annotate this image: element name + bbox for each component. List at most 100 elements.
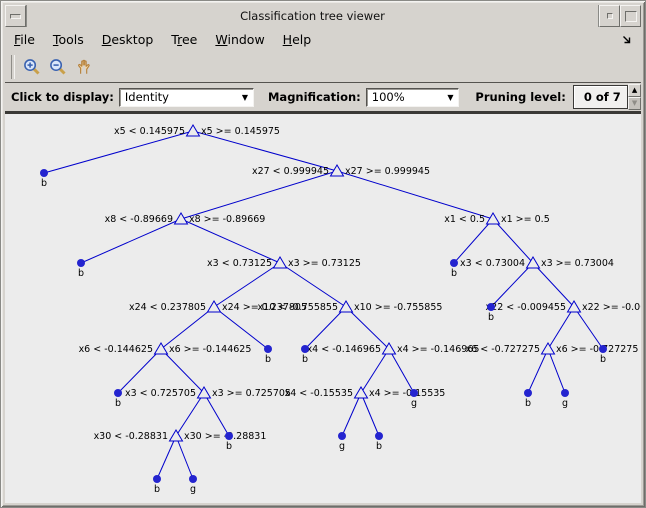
leaf-node[interactable] <box>599 345 607 353</box>
tree-edge <box>573 306 604 350</box>
tree-edge <box>43 130 194 174</box>
pan-button[interactable] <box>71 54 97 80</box>
tree-edge <box>180 170 338 220</box>
leaf-class-label: b <box>78 268 84 279</box>
split-node-x1[interactable] <box>485 212 501 225</box>
leaf-class-label: b <box>154 484 160 495</box>
hand-icon <box>78 59 90 74</box>
chevron-down-icon: ▼ <box>447 92 454 102</box>
split-node-x27[interactable] <box>329 164 345 177</box>
leaf-class-label: g <box>562 398 568 409</box>
split-node-x30[interactable] <box>168 429 184 442</box>
leaf-class-label: b <box>525 398 531 409</box>
leaf-node[interactable] <box>375 432 383 440</box>
tree-edge <box>492 218 534 264</box>
leaf-node[interactable] <box>487 303 495 311</box>
tree-edge <box>180 218 281 264</box>
spinner-up-button[interactable]: ▲ <box>628 84 641 97</box>
window-menu-dash-icon <box>10 13 21 19</box>
tree-edge <box>80 218 182 264</box>
window-menu-button[interactable] <box>5 5 26 27</box>
split-label-right: x1 >= 0.5 <box>501 214 550 225</box>
leaf-node[interactable] <box>189 475 197 483</box>
split-node-x3[interactable] <box>272 256 288 269</box>
split-label-left: x5 < 0.145975 <box>114 126 185 137</box>
split-node-x10[interactable] <box>338 300 354 313</box>
split-label-right: x5 >= 0.145975 <box>201 126 280 137</box>
split-label-left: x27 < 0.999945 <box>252 166 329 177</box>
leaf-node[interactable] <box>338 432 346 440</box>
split-node-x4[interactable] <box>353 386 369 399</box>
leaf-node[interactable] <box>410 389 418 397</box>
leaf-node[interactable] <box>40 169 48 177</box>
tree-edge <box>279 262 347 308</box>
split-label-right: x22 >= -0.009455 <box>582 302 641 313</box>
pruning-spinner: ▲ ▼ <box>628 84 641 110</box>
leaf-class-label: g <box>339 441 345 452</box>
controlbar: Click to display: Identity ▼ Magnificati… <box>5 82 641 114</box>
zoom-out-button[interactable] <box>45 54 71 80</box>
leaf-node[interactable] <box>114 389 122 397</box>
split-label-right: x3 >= 0.73004 <box>541 258 614 269</box>
leaf-node[interactable] <box>153 475 161 483</box>
zoom-in-button[interactable] <box>19 54 45 80</box>
pruning-level-field: 0 of 7 <box>572 85 629 109</box>
menu-file[interactable]: File <box>5 29 44 50</box>
window-title: Classification tree viewer <box>26 5 599 27</box>
menu-desktop[interactable]: Desktop <box>93 29 163 50</box>
undock-arrow-icon[interactable] <box>621 34 633 46</box>
leaf-node[interactable] <box>264 345 272 353</box>
split-label-left: x6 < -0.727275 <box>466 344 540 355</box>
menu-window[interactable]: Window <box>206 29 273 50</box>
leaf-class-label: b <box>451 268 457 279</box>
split-label-left: x30 < -0.28831 <box>94 431 168 442</box>
titlebar: Classification tree viewer <box>5 5 641 28</box>
leaf-class-label: b <box>265 354 271 365</box>
magnification-combo[interactable]: 100% ▼ <box>365 87 460 107</box>
tree-edge <box>453 218 494 264</box>
leaf-node[interactable] <box>524 389 532 397</box>
tree-edge <box>490 262 534 308</box>
leaf-class-label: b <box>376 441 382 452</box>
tree-edge <box>160 348 205 394</box>
split-label-right: x8 >= -0.89669 <box>189 214 265 225</box>
split-label-left: x3 < 0.73004 <box>460 258 525 269</box>
split-label-right: x3 >= 0.725705 <box>212 388 291 399</box>
tree-edge <box>532 262 575 308</box>
leaf-node[interactable] <box>561 389 569 397</box>
leaf-class-label: b <box>226 441 232 452</box>
split-node-x24[interactable] <box>206 300 222 313</box>
display-combo-value: Identity <box>124 90 169 104</box>
display-label: Click to display: <box>11 90 114 104</box>
menu-tree[interactable]: Tree <box>162 29 206 50</box>
menu-help[interactable]: Help <box>274 29 321 50</box>
leaf-class-label: b <box>302 354 308 365</box>
leaf-node[interactable] <box>225 432 233 440</box>
tree-plot-area[interactable]: x5 < 0.145975 x5 >= 0.145975 x27 < 0.99994… <box>5 114 641 503</box>
menubar: File Tools Desktop Tree Window Help <box>5 27 641 52</box>
split-node-x6[interactable] <box>540 342 556 355</box>
split-label-right: x10 >= -0.755855 <box>354 302 442 313</box>
split-node-x5[interactable] <box>185 124 201 137</box>
split-label-right: x4 >= -0.15535 <box>369 388 445 399</box>
split-node-x8[interactable] <box>173 212 189 225</box>
leaf-class-label: b <box>115 398 121 409</box>
split-label-right: x6 >= -0.144625 <box>169 344 251 355</box>
toolbar <box>5 52 641 82</box>
split-label-left: x6 < -0.144625 <box>79 344 153 355</box>
classification-tree-viewer-window: Classification tree viewer File Tools Desk… <box>0 0 646 508</box>
menu-tools[interactable]: Tools <box>44 29 93 50</box>
maximize-icon <box>624 10 637 22</box>
tree-edge <box>203 392 230 437</box>
leaf-node[interactable] <box>77 259 85 267</box>
leaf-node[interactable] <box>301 345 309 353</box>
split-label-right: x3 >= 0.73125 <box>288 258 361 269</box>
split-node-x6[interactable] <box>153 342 169 355</box>
maximize-button[interactable] <box>620 5 641 27</box>
minimize-icon <box>606 13 613 19</box>
tree-edge <box>304 306 347 350</box>
tree-edge <box>547 306 575 350</box>
minimize-button[interactable] <box>599 5 620 27</box>
display-combo[interactable]: Identity ▼ <box>118 87 254 107</box>
leaf-node[interactable] <box>450 259 458 267</box>
